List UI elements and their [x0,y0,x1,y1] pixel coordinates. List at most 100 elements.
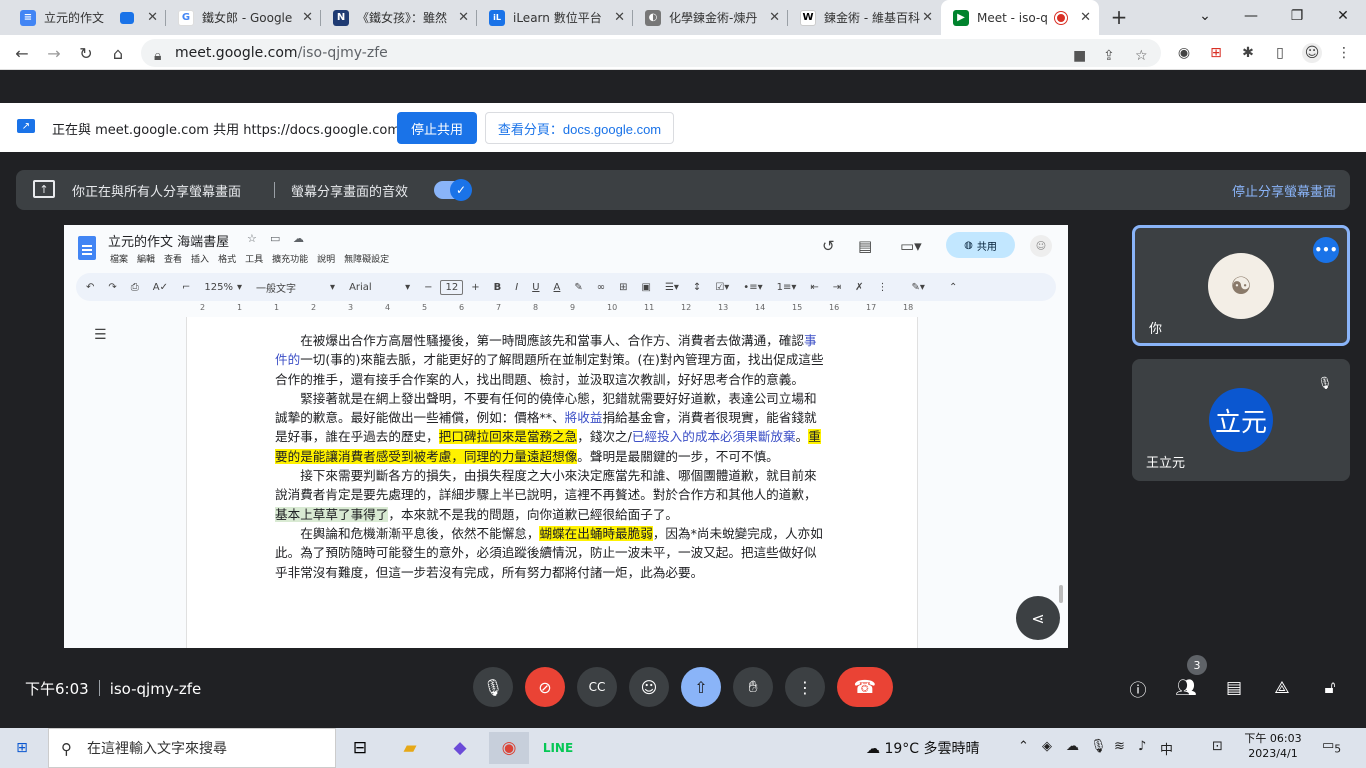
increase-indent-icon[interactable]: ⇥ [833,282,841,293]
address-bar[interactable]: 🔒︎ meet.google.com/iso-qjmy-zfe ■ ⇪ ☆ [141,39,1161,67]
raise-hand-button[interactable]: ✋︎ [733,667,773,707]
close-window-button[interactable]: ✕ [1320,0,1366,32]
paint-format-icon[interactable]: ⌐ [182,282,190,293]
menu-file[interactable]: 檔案 [110,252,128,265]
stop-presenting-link[interactable]: 停止分享螢幕畫面 [1232,181,1336,200]
present-now-button[interactable]: ⇧ [681,667,721,707]
browser-tab[interactable]: W 鍊金術 - 維基百科 ✕ [788,0,941,35]
lock-icon[interactable]: 🔒︎ [154,48,161,64]
share-float-button[interactable]: ⋖ [1016,596,1060,640]
browser-tab[interactable]: N 《鐵女孩》：雖然 ✕ [321,0,477,35]
close-tab-icon[interactable]: ✕ [769,10,780,25]
meet-call-icon[interactable]: ▭▾ [900,237,922,255]
emoji-reaction-button[interactable]: ☺ [629,667,669,707]
ime-icon[interactable]: ⊡ [1212,739,1223,754]
menu-extensions[interactable]: 擴充功能 [272,252,308,265]
comments-icon[interactable]: ▤ [858,237,872,255]
bookmark-star-icon[interactable]: ☆ [1135,48,1148,64]
leave-call-button[interactable]: ☎︎ [837,667,893,707]
taskbar-clock[interactable]: 下午 06:03 2023/4/1 [1240,731,1306,761]
decrease-indent-icon[interactable]: ⇤ [810,282,818,293]
meeting-details-icon[interactable]: ⓘ [1125,675,1151,701]
menu-insert[interactable]: 插入 [191,252,209,265]
profile-avatar-icon[interactable]: ☺ [1302,43,1322,63]
menu-format[interactable]: 格式 [218,252,236,265]
activities-icon[interactable]: ⟁ [1269,675,1295,701]
move-folder-icon[interactable]: ▭ [270,232,280,245]
outline-icon[interactable]: ☰ [94,327,107,343]
tray-expand-icon[interactable]: ⌃ [1018,739,1029,754]
microphone-tray-icon[interactable]: 🎙︎ [1090,739,1107,754]
line-spacing-icon[interactable]: ↕ [693,282,701,293]
stop-sharing-button[interactable]: 停止共用 [397,112,477,144]
weather-widget[interactable]: ☁ 19°C 多雲時晴 [866,738,980,758]
tray-app-icon[interactable]: ◈ [1042,739,1052,754]
microphone-button[interactable]: 🎙︎ [473,667,513,707]
captions-button[interactable]: CC [577,667,617,707]
chrome-menu-icon[interactable]: ⋮ [1334,43,1354,63]
menu-edit[interactable]: 編輯 [137,252,155,265]
docs-share-button[interactable]: ◍ 共用 [946,232,1015,258]
paragraph-style-select[interactable]: 一般文字 [256,280,320,295]
windows-start-icon[interactable]: ⊞ [12,738,32,758]
text-color-icon[interactable]: A [554,282,561,293]
underline-icon[interactable]: U [532,282,539,293]
onedrive-icon[interactable]: ☁ [1066,739,1079,754]
add-comment-icon[interactable]: ⊞ [619,282,627,293]
wifi-icon[interactable]: ≋ [1114,739,1125,754]
participant-tile-self[interactable]: ☯ 你 ••• [1132,225,1350,346]
forward-icon[interactable]: → [41,40,67,66]
bold-icon[interactable]: B [494,282,502,293]
menu-accessibility[interactable]: 無障礙設定 [344,252,389,265]
people-icon[interactable]: 👥︎ [1173,675,1199,701]
close-tab-icon[interactable]: ✕ [458,10,469,25]
close-tab-icon[interactable]: ✕ [922,10,933,25]
chat-icon[interactable]: ▤ [1221,675,1247,701]
italic-icon[interactable]: I [515,282,518,293]
spellcheck-icon[interactable]: A✓ [153,282,168,293]
more-options-icon[interactable]: ••• [1313,237,1339,263]
more-icon[interactable]: ⋮ [878,282,888,293]
document-title[interactable]: 立元的作文 海端書屋 [108,231,229,250]
host-controls-icon[interactable]: 🔓︎ [1317,675,1343,701]
tab-search-icon[interactable]: ⌄ [1182,0,1228,32]
bulleted-list-icon[interactable]: •≡▾ [743,282,762,293]
extensions-puzzle-icon[interactable]: ✱ [1238,43,1258,63]
zoom-select[interactable]: 125% [204,282,233,293]
more-options-button[interactable]: ⋮ [785,667,825,707]
minimize-button[interactable]: — [1228,0,1274,32]
checklist-icon[interactable]: ☑▾ [715,282,729,293]
insert-image-icon[interactable]: ▣ [641,282,650,293]
notifications-icon[interactable]: ▭5 [1322,738,1341,756]
task-view-icon[interactable]: ⊟ [340,732,380,764]
link-icon[interactable]: ∞ [597,282,605,293]
participant-tile[interactable]: 立元 王立元 🎙︎ [1132,359,1350,481]
version-history-icon[interactable]: ↺ [822,237,835,255]
restore-button[interactable]: ❐ [1274,0,1320,32]
browser-tab-active[interactable]: ▶ Meet - iso-q ✕ [941,0,1099,35]
side-panel-icon[interactable]: ▯ [1270,43,1290,63]
camera-in-use-icon[interactable]: ■ [1073,48,1086,64]
line-app-icon[interactable]: LINE [538,732,578,764]
extension-grammarly-icon[interactable]: ◉ [1174,43,1194,63]
browser-tab[interactable]: ≡ 立元的作文 ✕ [8,0,166,35]
redo-icon[interactable]: ↷ [108,282,116,293]
reload-icon[interactable]: ↻ [73,40,99,66]
menu-tools[interactable]: 工具 [245,252,263,265]
highlight-icon[interactable]: ✎ [574,282,582,293]
close-tab-icon[interactable]: ✕ [302,10,313,25]
menu-help[interactable]: 說明 [317,252,335,265]
taskbar-search[interactable]: ⚲ 在這裡輸入文字來搜尋 [48,728,336,768]
share-page-icon[interactable]: ⇪ [1103,48,1115,64]
decrease-font-icon[interactable]: − [424,282,432,293]
volume-icon[interactable]: ♪ [1138,739,1146,754]
numbered-list-icon[interactable]: 1≡▾ [777,282,797,293]
input-method-indicator[interactable]: 中 [1160,739,1173,758]
editing-mode-icon[interactable]: ✎▾ [912,282,925,293]
extension-grid-icon[interactable]: ⊞ [1206,43,1226,63]
print-icon[interactable]: ⎙ [131,282,139,293]
app-icon[interactable]: ◆ [440,732,480,764]
collapse-toolbar-icon[interactable]: ⌃ [949,282,957,293]
browser-tab[interactable]: ◐ 化學鍊金術-煉丹 ✕ [633,0,788,35]
increase-font-icon[interactable]: + [471,282,479,293]
